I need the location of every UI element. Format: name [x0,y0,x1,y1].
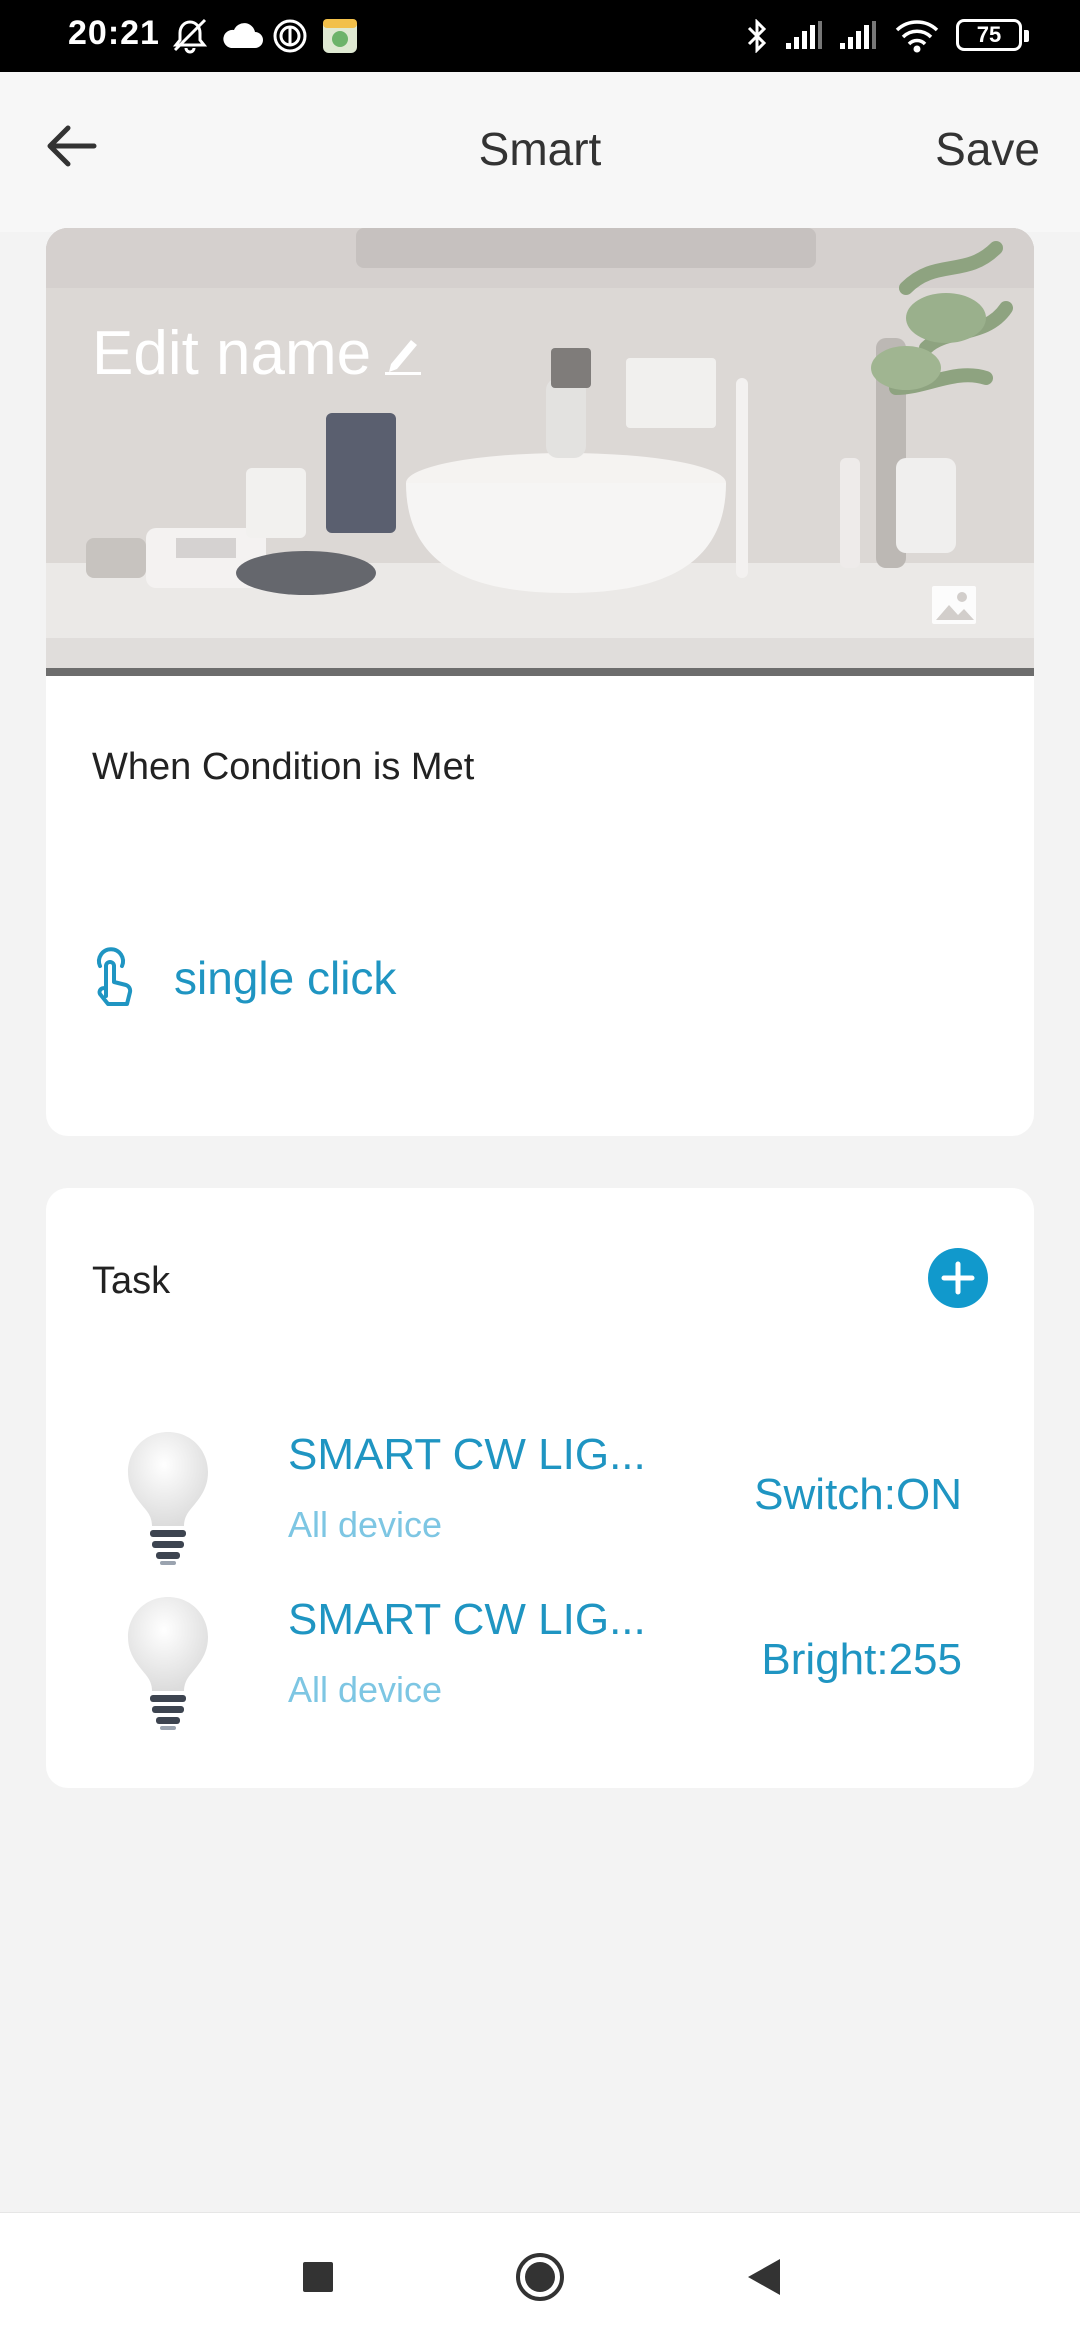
system-back-button[interactable] [704,2213,824,2340]
wifi-icon [894,18,940,54]
device-action: Switch:ON [754,1470,962,1519]
device-scope: All device [288,1669,443,1710]
condition-label: When Condition is Met [92,746,475,788]
battery-icon: 75 [956,19,1029,51]
pencil-icon [385,339,422,375]
condition-item-label: single click [174,952,397,1004]
circle-icon [516,2253,564,2301]
app-header: Smart Save [0,72,1080,232]
cloud-icon [220,18,264,54]
bathroom-photo [46,228,1034,676]
condition-item[interactable]: single click [86,946,396,1010]
task-label: Task [92,1260,171,1302]
task-card: Task SMART CW LIG... All device Switch:O… [46,1188,1034,1788]
signal-icon [838,18,878,54]
add-task-button[interactable] [928,1248,988,1308]
device-name: SMART CW LIG... [288,1595,646,1644]
device-action: Bright:255 [761,1635,962,1684]
device-scope: All device [288,1504,443,1545]
system-nav-bar [0,2212,1080,2340]
save-button[interactable]: Save [935,122,1040,176]
app-notification-icon [320,18,360,54]
scene-cover-image[interactable]: Edit name [46,228,1034,676]
home-button[interactable] [480,2213,600,2340]
cover-divider [46,668,1034,676]
triangle-back-icon [748,2259,780,2295]
signal-icon [784,18,824,54]
edit-name-button[interactable]: Edit name [92,318,423,389]
status-time: 20:21 [68,14,160,52]
tap-hand-icon [97,947,133,1006]
light-bulb-icon [128,1597,208,1730]
square-icon [303,2262,333,2292]
recent-apps-button[interactable] [258,2213,378,2340]
condition-card: When Condition is Met single click [46,676,1034,1136]
task-item[interactable]: SMART CW LIG... All device Bright:255 [46,1583,1034,1733]
nfc-icon [270,18,310,54]
light-bulb-icon [128,1432,208,1565]
plus-icon [941,1261,975,1295]
device-name: SMART CW LIG... [288,1430,646,1479]
mute-icon [170,18,210,54]
bluetooth-icon [742,18,772,54]
page-title: Smart [478,123,602,175]
image-icon[interactable] [930,584,978,626]
task-item[interactable]: SMART CW LIG... All device Switch:ON [46,1418,1034,1568]
status-bar: 20:21 75 [0,0,1080,72]
scene-name: Edit name [92,319,372,388]
